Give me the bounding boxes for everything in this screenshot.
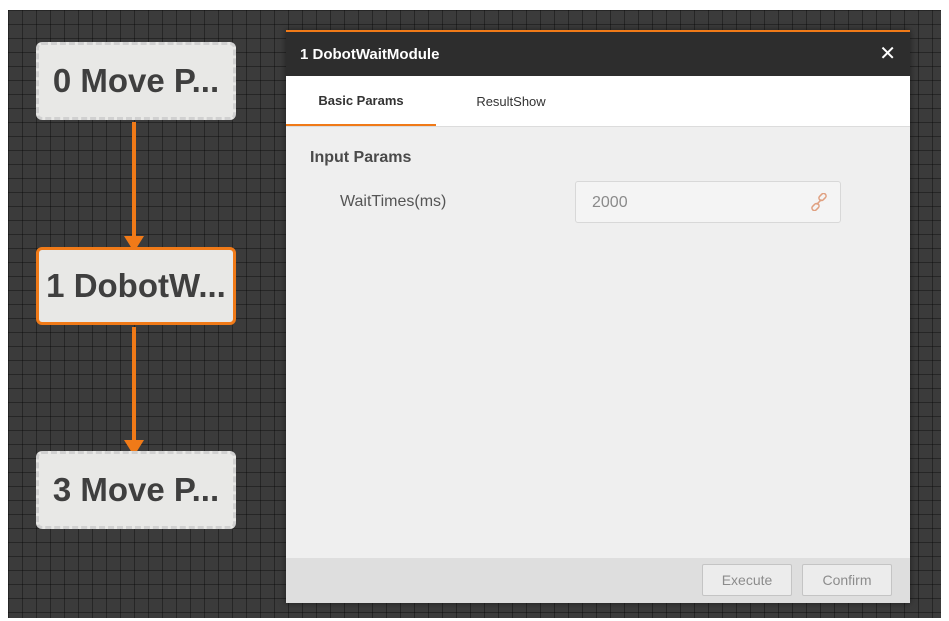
close-icon[interactable]: ✕ bbox=[879, 44, 896, 64]
confirm-button[interactable]: Confirm bbox=[802, 564, 892, 596]
wait-times-value: 2000 bbox=[592, 194, 628, 211]
tab-result-show[interactable]: ResultShow bbox=[436, 76, 586, 126]
module-params-dialog: 1 DobotWaitModule ✕ Basic Params ResultS… bbox=[286, 30, 910, 603]
connector-line bbox=[132, 122, 136, 242]
flow-node-move-3[interactable]: 3 Move P... bbox=[36, 451, 236, 529]
node-label: 1 DobotW... bbox=[46, 267, 226, 304]
dialog-title: 1 DobotWaitModule bbox=[300, 45, 440, 63]
flow-node-move-0[interactable]: 0 Move P... bbox=[36, 42, 236, 120]
dialog-titlebar[interactable]: 1 DobotWaitModule ✕ bbox=[286, 32, 910, 76]
link-icon[interactable] bbox=[810, 193, 828, 211]
tab-bar: Basic Params ResultShow bbox=[286, 76, 910, 127]
section-title: Input Params bbox=[310, 149, 412, 166]
flow-node-dobot-wait-1[interactable]: 1 DobotW... bbox=[36, 247, 236, 325]
node-label: 0 Move P... bbox=[52, 62, 220, 99]
node-label: 3 Move P... bbox=[52, 471, 220, 508]
wait-times-input[interactable]: 2000 bbox=[575, 181, 841, 223]
tab-content: Input Params WaitTimes(ms) 2000 bbox=[286, 127, 910, 523]
dialog-footer: Execute Confirm bbox=[286, 558, 910, 603]
execute-button[interactable]: Execute bbox=[702, 564, 792, 596]
connector-line bbox=[132, 327, 136, 445]
param-row-wait-times: WaitTimes(ms) 2000 bbox=[310, 181, 910, 225]
param-label: WaitTimes(ms) bbox=[340, 193, 447, 210]
tab-basic-params[interactable]: Basic Params bbox=[286, 76, 436, 126]
